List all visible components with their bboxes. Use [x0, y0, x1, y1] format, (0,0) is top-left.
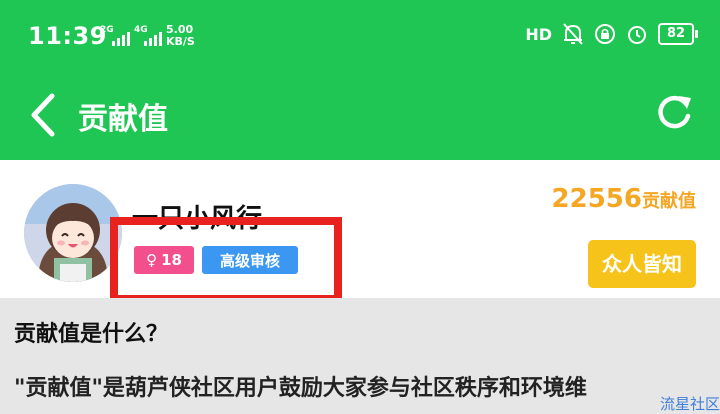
signal-icon-2	[144, 30, 162, 46]
avatar[interactable]	[24, 184, 122, 282]
page-title: 贡献值	[78, 102, 168, 137]
refresh-icon[interactable]	[652, 90, 696, 134]
highlight-box	[110, 217, 342, 303]
speed-unit: KB/S	[166, 35, 195, 48]
score-unit: 贡献值	[642, 191, 696, 212]
battery-icon: 82	[658, 23, 698, 45]
app-header: 11:39 2G 4G 5.00 KB/S HD 82 贡献值	[0, 0, 720, 160]
avatar-illustration	[24, 184, 122, 282]
nav-bar: 贡献值	[0, 74, 720, 160]
back-chevron-left-icon[interactable]	[22, 90, 62, 140]
info-section: 贡献值是什么？ "贡献值"是葫芦侠社区用户鼓励大家参与社区秩序和环境维 流星社区	[0, 298, 720, 413]
lock-rotation-icon	[595, 24, 615, 44]
alarm-icon	[628, 26, 646, 44]
status-bar: 11:39 2G 4G 5.00 KB/S HD 82	[0, 0, 720, 74]
watermark: 流星社区	[659, 395, 720, 413]
section-heading: 贡献值是什么？	[14, 322, 169, 347]
section-description: "贡献值"是葫芦侠社区用户鼓励大家参与社区秩序和环境维	[14, 376, 587, 401]
score-value: 22556	[551, 184, 642, 214]
bell-off-icon	[563, 23, 583, 45]
network-speed: 5.00 KB/S	[166, 24, 195, 48]
status-icons: HD 82	[525, 22, 698, 46]
signal-icon	[112, 30, 130, 46]
notify-button[interactable]: 众人皆知	[588, 240, 696, 288]
contribution-score: 22556贡献值	[552, 184, 696, 214]
status-time: 11:39	[28, 22, 107, 50]
profile-card: 一只小风行 ♀ 18 高级审核 22556贡献值 众人皆知	[0, 160, 720, 298]
hd-voice-icon: HD	[525, 24, 552, 44]
